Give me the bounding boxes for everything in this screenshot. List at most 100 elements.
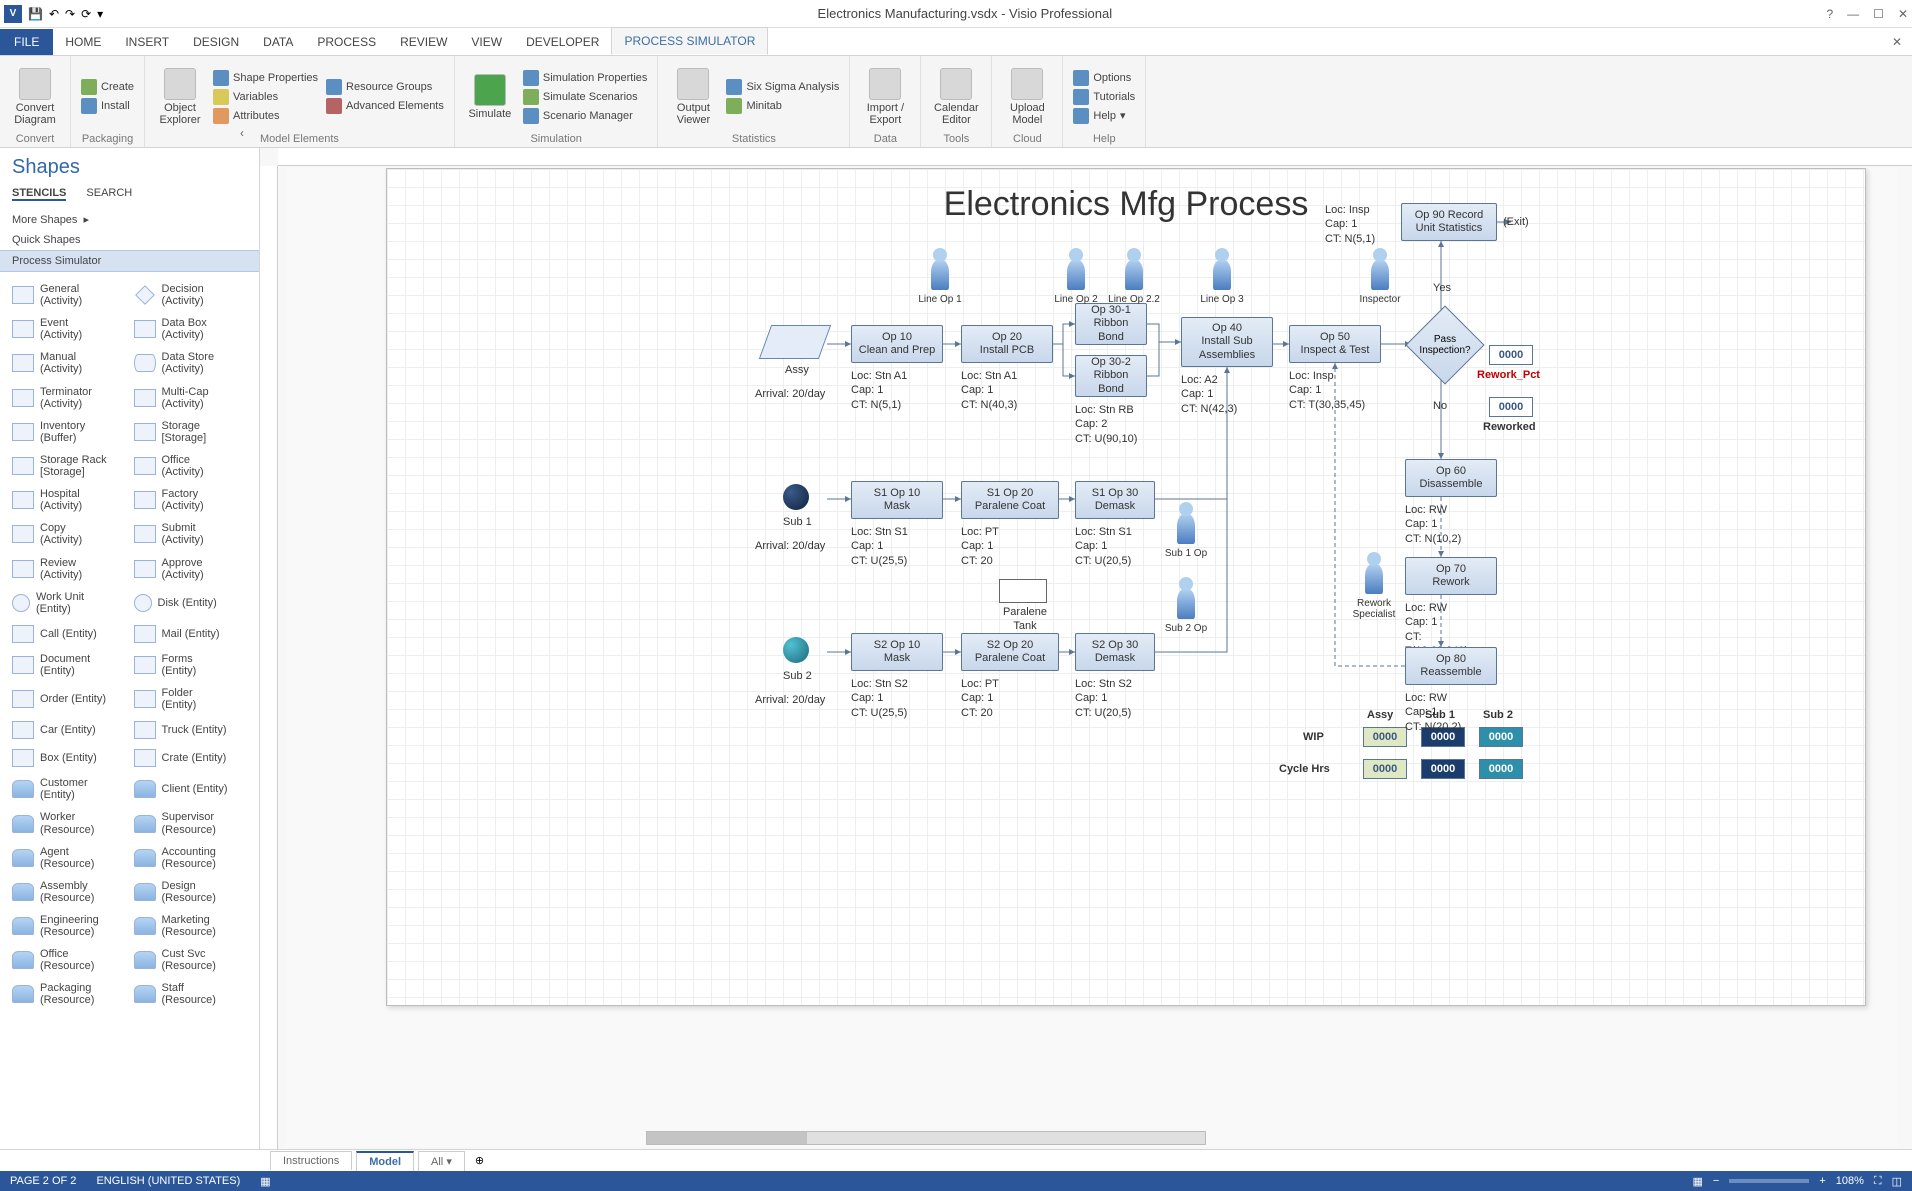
save-icon[interactable]: 💾 — [28, 7, 43, 21]
shape-approve[interactable]: Approve(Activity) — [130, 552, 252, 586]
node-s2_30[interactable]: S2 Op 30Demask — [1075, 633, 1155, 671]
shape-call-entity-[interactable]: Call (Entity) — [8, 620, 130, 648]
file-tab[interactable]: FILE — [0, 29, 53, 55]
node-op20[interactable]: Op 20Install PCB — [961, 325, 1053, 363]
ribbon-close-icon[interactable]: ✕ — [1882, 29, 1912, 55]
create-button[interactable]: Create — [81, 79, 134, 95]
node-op70[interactable]: Op 70Rework — [1405, 557, 1497, 595]
shape-office[interactable]: Office(Resource) — [8, 943, 130, 977]
close-icon[interactable]: ✕ — [1898, 7, 1908, 21]
convert-diagram-button[interactable]: Convert Diagram — [10, 60, 60, 133]
shape-terminator[interactable]: Terminator(Activity) — [8, 381, 130, 415]
operator-sub1op[interactable]: Sub 1 Op — [1173, 514, 1199, 559]
tab-developer[interactable]: DEVELOPER — [514, 29, 611, 55]
node-s2_20[interactable]: S2 Op 20Paralene Coat — [961, 633, 1059, 671]
shape-disk-entity-[interactable]: Disk (Entity) — [130, 586, 252, 620]
operator-lineop2[interactable]: Line Op 2 — [1063, 260, 1089, 305]
upload-model-button[interactable]: Upload Model — [1002, 60, 1052, 133]
node-op302[interactable]: Op 30-2RibbonBond — [1075, 355, 1147, 397]
shape-multi-cap[interactable]: Multi-Cap(Activity) — [130, 381, 252, 415]
shape-staff[interactable]: Staff(Resource) — [130, 977, 252, 1011]
shape-worker[interactable]: Worker(Resource) — [8, 806, 130, 840]
stencils-tab[interactable]: STENCILS — [12, 187, 66, 201]
advanced-elements-button[interactable]: Advanced Elements — [326, 98, 444, 114]
canvas[interactable]: Electronics Mfg Process — [286, 168, 1898, 1147]
zoom-in-icon[interactable]: + — [1819, 1175, 1825, 1187]
operator-lineop22[interactable]: Line Op 2.2 — [1121, 260, 1147, 305]
operator-rework[interactable]: ReworkSpecialist — [1361, 564, 1387, 620]
node-s1_10[interactable]: S1 Op 10Mask — [851, 481, 943, 519]
shape-accounting[interactable]: Accounting(Resource) — [130, 841, 252, 875]
drawing-page[interactable]: Electronics Mfg Process — [386, 168, 1866, 1006]
node-op10[interactable]: Op 10Clean and Prep — [851, 325, 943, 363]
shape-folder[interactable]: Folder(Entity) — [130, 682, 252, 716]
shape-box-entity-[interactable]: Box (Entity) — [8, 744, 130, 772]
shape-car-entity-[interactable]: Car (Entity) — [8, 716, 130, 744]
tab-view[interactable]: VIEW — [459, 29, 514, 55]
paralene-tank[interactable] — [999, 579, 1047, 603]
shape-order-entity-[interactable]: Order (Entity) — [8, 682, 130, 716]
assy-entity[interactable] — [759, 325, 831, 359]
operator-sub2op[interactable]: Sub 2 Op — [1173, 589, 1199, 634]
shape-data-box[interactable]: Data Box(Activity) — [130, 312, 252, 346]
tab-data[interactable]: DATA — [251, 29, 305, 55]
node-s2_10[interactable]: S2 Op 10Mask — [851, 633, 943, 671]
shape-office[interactable]: Office(Activity) — [130, 449, 252, 483]
import-export-button[interactable]: Import / Export — [860, 60, 910, 133]
help-icon[interactable]: ? — [1826, 7, 1833, 21]
install-button[interactable]: Install — [81, 98, 134, 114]
process-simulator-stencil[interactable]: Process Simulator — [0, 250, 259, 272]
shape-copy[interactable]: Copy(Activity) — [8, 517, 130, 551]
node-s1_30[interactable]: S1 Op 30Demask — [1075, 481, 1155, 519]
shape-factory[interactable]: Factory(Activity) — [130, 483, 252, 517]
shape-work-unit[interactable]: Work Unit(Entity) — [8, 586, 130, 620]
shape-storage-rack[interactable]: Storage Rack[Storage] — [8, 449, 130, 483]
attributes-button[interactable]: Attributes — [213, 108, 318, 124]
shape-document[interactable]: Document(Entity) — [8, 648, 130, 682]
page-tab-instructions[interactable]: Instructions — [270, 1151, 352, 1170]
zoom-out-icon[interactable]: − — [1713, 1175, 1719, 1187]
page-tab-model[interactable]: Model — [356, 1151, 414, 1171]
calendar-editor-button[interactable]: Calendar Editor — [931, 60, 981, 133]
tab-design[interactable]: DESIGN — [181, 29, 251, 55]
shape-decision[interactable]: Decision(Activity) — [130, 278, 252, 312]
add-page-button[interactable]: ⊕ — [469, 1152, 490, 1169]
search-tab[interactable]: SEARCH — [86, 187, 132, 201]
shape-storage[interactable]: Storage[Storage] — [130, 415, 252, 449]
shape-client-entity-[interactable]: Client (Entity) — [130, 772, 252, 806]
sub1-entity[interactable] — [783, 484, 809, 510]
tutorials-button[interactable]: Tutorials — [1073, 89, 1135, 105]
fit-window-icon[interactable]: ⛶ — [1874, 1175, 1882, 1188]
shape-assembly[interactable]: Assembly(Resource) — [8, 875, 130, 909]
simulate-scenarios-button[interactable]: Simulate Scenarios — [523, 89, 648, 105]
minitab-button[interactable]: Minitab — [726, 98, 839, 114]
presentation-icon[interactable]: ▦ — [1692, 1175, 1702, 1188]
shape-crate-entity-[interactable]: Crate (Entity) — [130, 744, 252, 772]
node-pass[interactable]: PassInspection? — [1405, 315, 1485, 375]
shape-inventory[interactable]: Inventory(Buffer) — [8, 415, 130, 449]
tab-process[interactable]: PROCESS — [305, 29, 388, 55]
shape-hospital[interactable]: Hospital(Activity) — [8, 483, 130, 517]
shape-customer[interactable]: Customer(Entity) — [8, 772, 130, 806]
shape-review[interactable]: Review(Activity) — [8, 552, 130, 586]
tab-process-simulator[interactable]: PROCESS SIMULATOR — [611, 27, 768, 55]
variables-button[interactable]: Variables — [213, 89, 318, 105]
shape-manual[interactable]: Manual(Activity) — [8, 346, 130, 380]
shape-supervisor[interactable]: Supervisor(Resource) — [130, 806, 252, 840]
maximize-icon[interactable]: ☐ — [1873, 7, 1884, 21]
simulation-properties-button[interactable]: Simulation Properties — [523, 70, 648, 86]
redo-icon[interactable]: ↷ — [65, 7, 75, 21]
node-op40[interactable]: Op 40Install SubAssemblies — [1181, 317, 1273, 367]
shape-truck-entity-[interactable]: Truck (Entity) — [130, 716, 252, 744]
node-op90[interactable]: Op 90 RecordUnit Statistics — [1401, 203, 1497, 241]
page-tab-all[interactable]: All ▾ — [418, 1151, 465, 1171]
six-sigma-button[interactable]: Six Sigma Analysis — [726, 79, 839, 95]
output-viewer-button[interactable]: Output Viewer — [668, 60, 718, 133]
node-op301[interactable]: Op 30-1RibbonBond — [1075, 303, 1147, 345]
operator-lineop1[interactable]: Line Op 1 — [927, 260, 953, 305]
shape-agent[interactable]: Agent(Resource) — [8, 841, 130, 875]
shape-engineering[interactable]: Engineering(Resource) — [8, 909, 130, 943]
operator-lineop3[interactable]: Line Op 3 — [1209, 260, 1235, 305]
shape-forms[interactable]: Forms(Entity) — [130, 648, 252, 682]
shape-marketing[interactable]: Marketing(Resource) — [130, 909, 252, 943]
